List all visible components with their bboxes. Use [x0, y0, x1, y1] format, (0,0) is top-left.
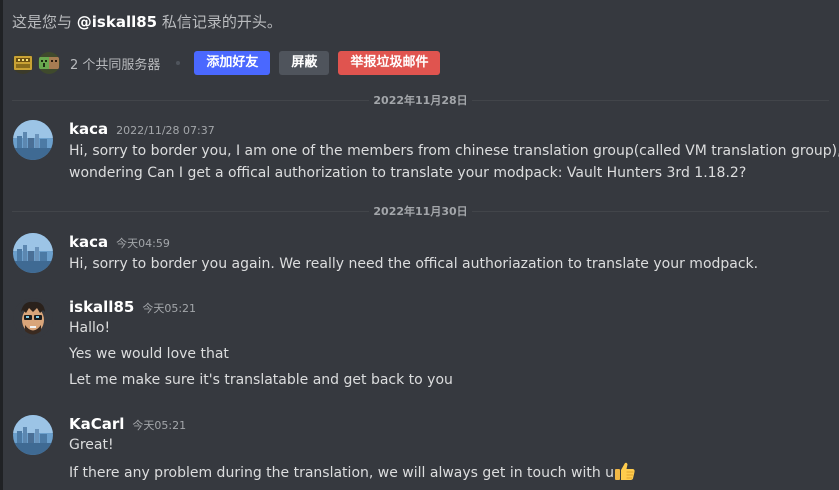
- intro-suffix: 私信记录的开头。: [157, 13, 282, 31]
- timestamp: 今天04:59: [116, 237, 170, 250]
- report-spam-button[interactable]: 举报垃圾邮件: [338, 51, 441, 75]
- message-header: iskall85 今天05:21: [69, 298, 196, 316]
- dm-chat-view: 这是您与 @iskall85 私信记录的开头。 2 个共同服务器 添加好友 屏蔽…: [0, 0, 839, 490]
- username[interactable]: kaca: [69, 120, 108, 138]
- message-text: If there any problem during the translat…: [69, 465, 615, 481]
- message-header: KaCarl 今天05:21: [69, 415, 186, 433]
- city-avatar[interactable]: [13, 120, 53, 160]
- intro-prefix: 这是您与: [12, 13, 77, 31]
- message-text: Let me make sure it's translatable and g…: [69, 372, 453, 388]
- message-text: wondering Can I get a offical authorizat…: [69, 165, 747, 181]
- timestamp: 今天05:21: [132, 419, 187, 432]
- message-header: kaca 2022/11/28 07:37: [69, 120, 215, 138]
- cartoon-face-avatar[interactable]: [13, 298, 53, 338]
- message: KaCarl 今天05:21 Great! If there any probl…: [0, 412, 839, 488]
- intro-username[interactable]: @iskall85: [77, 13, 157, 31]
- message-text: Hi, sorry to border you again. We really…: [69, 256, 759, 272]
- thumbs-up-emoji: [614, 460, 636, 482]
- username[interactable]: kaca: [69, 233, 108, 251]
- vault-hunters-server-icon[interactable]: [12, 52, 34, 74]
- separator-dot: [176, 61, 181, 65]
- block-button[interactable]: 屏蔽: [279, 51, 330, 75]
- add-friend-button[interactable]: 添加好友: [194, 51, 271, 75]
- city-avatar[interactable]: [13, 233, 53, 273]
- city-avatar[interactable]: [13, 415, 53, 455]
- date-divider-label: 2022年11月30日: [373, 205, 468, 218]
- message-text: Yes we would love that: [69, 346, 229, 362]
- date-divider: 2022年11月28日: [12, 93, 830, 107]
- message: iskall85 今天05:21 Hallo! Yes we would lov…: [0, 295, 839, 395]
- date-divider-label: 2022年11月28日: [373, 94, 468, 107]
- message: kaca 今天04:59 Hi, sorry to border you aga…: [0, 230, 839, 278]
- divider-line: [471, 99, 830, 101]
- dm-intro-text: 这是您与 @iskall85 私信记录的开头。: [12, 11, 282, 32]
- message-text: Hi, sorry to border you, I am one of the…: [69, 143, 839, 159]
- message: kaca 2022/11/28 07:37 Hi, sorry to borde…: [0, 117, 839, 187]
- divider-line: [12, 210, 370, 212]
- timestamp: 2022/11/28 07:37: [116, 124, 215, 137]
- mutual-servers-link[interactable]: 2 个共同服务器: [70, 54, 160, 73]
- creeper-server-icon[interactable]: [38, 52, 60, 74]
- username[interactable]: iskall85: [69, 298, 134, 316]
- message-text: Hallo!: [69, 320, 111, 336]
- divider-line: [12, 99, 370, 101]
- message-header: kaca 今天04:59: [69, 233, 170, 251]
- divider-line: [471, 210, 830, 212]
- timestamp: 今天05:21: [142, 302, 197, 315]
- message-text-with-emoji: If there any problem during the translat…: [69, 460, 831, 484]
- date-divider: 2022年11月30日: [12, 204, 830, 218]
- username[interactable]: KaCarl: [69, 415, 124, 433]
- message-text: Great!: [69, 437, 114, 453]
- dm-actions-row: 2 个共同服务器 添加好友 屏蔽 举报垃圾邮件: [12, 50, 449, 76]
